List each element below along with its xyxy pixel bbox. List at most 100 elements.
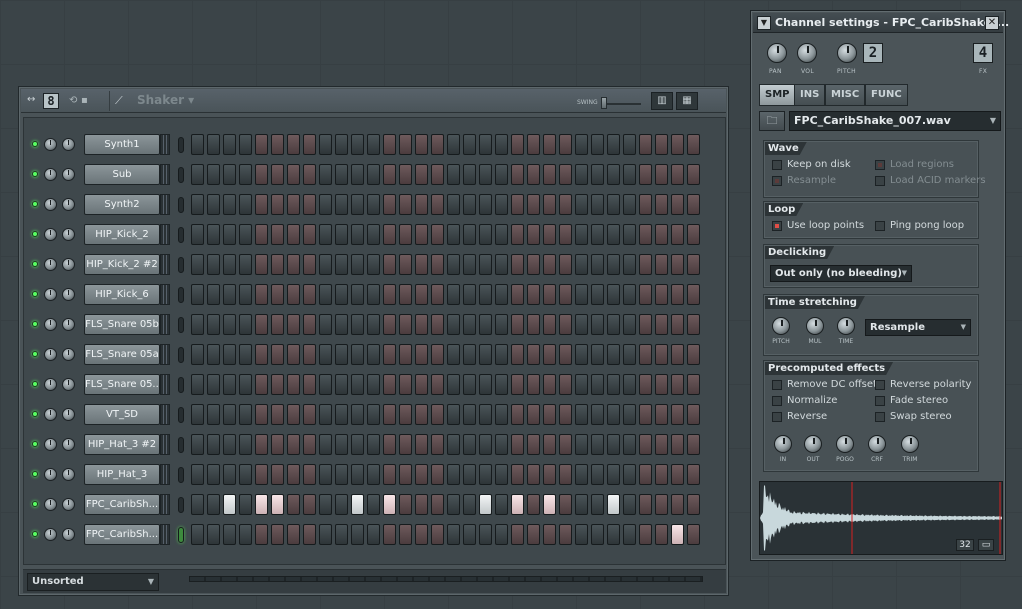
step-button[interactable] <box>335 254 348 275</box>
step-button[interactable] <box>687 434 700 455</box>
step-button[interactable] <box>415 224 428 245</box>
effect-knob[interactable] <box>868 435 886 453</box>
step-button[interactable] <box>383 404 396 425</box>
step-button[interactable] <box>575 344 588 365</box>
step-button[interactable] <box>431 194 444 215</box>
step-button[interactable] <box>575 524 588 545</box>
effect-knob[interactable] <box>901 435 919 453</box>
step-button[interactable] <box>271 134 284 155</box>
pan-knob[interactable] <box>767 43 787 63</box>
step-button[interactable] <box>255 434 268 455</box>
step-button[interactable] <box>575 284 588 305</box>
channel-name-button[interactable]: FPC_CaribSh... <box>84 494 160 515</box>
step-button[interactable] <box>687 404 700 425</box>
step-button[interactable] <box>335 164 348 185</box>
step-button[interactable] <box>591 164 604 185</box>
step-button[interactable] <box>415 344 428 365</box>
waveform-display[interactable]: 32 ▭ <box>759 481 1003 555</box>
step-button[interactable] <box>303 464 316 485</box>
step-button[interactable] <box>303 164 316 185</box>
step-button[interactable] <box>575 374 588 395</box>
play-arrow-icon[interactable]: ⟋ <box>115 94 123 108</box>
step-button[interactable] <box>303 434 316 455</box>
channel-settings-titlebar[interactable]: ▼ Channel settings - FPC_CaribShake_... … <box>753 13 1009 33</box>
step-button[interactable] <box>623 194 636 215</box>
step-button[interactable] <box>239 194 252 215</box>
channel-select-indicator[interactable] <box>178 527 184 543</box>
step-button[interactable] <box>367 284 380 305</box>
step-button[interactable] <box>335 224 348 245</box>
step-button[interactable] <box>431 464 444 485</box>
step-button[interactable] <box>431 254 444 275</box>
step-button[interactable] <box>399 224 412 245</box>
step-button[interactable] <box>303 224 316 245</box>
checkbox[interactable] <box>875 160 885 170</box>
step-button[interactable] <box>639 374 652 395</box>
effect-knob[interactable] <box>806 317 824 335</box>
step-button[interactable] <box>399 404 412 425</box>
step-button[interactable] <box>191 314 204 335</box>
step-button[interactable] <box>623 494 636 515</box>
pattern-number-display[interactable]: 8 <box>43 93 59 109</box>
step-button[interactable] <box>223 134 236 155</box>
step-button[interactable] <box>543 404 556 425</box>
step-button[interactable] <box>415 164 428 185</box>
step-button[interactable] <box>303 134 316 155</box>
channel-mute-led[interactable] <box>32 411 38 417</box>
step-button[interactable] <box>591 434 604 455</box>
step-button[interactable] <box>655 434 668 455</box>
step-button[interactable] <box>687 374 700 395</box>
step-button[interactable] <box>191 224 204 245</box>
step-button[interactable] <box>399 194 412 215</box>
step-button[interactable] <box>319 434 332 455</box>
step-button[interactable] <box>575 404 588 425</box>
step-button[interactable] <box>527 524 540 545</box>
step-button[interactable] <box>191 344 204 365</box>
step-button[interactable] <box>639 164 652 185</box>
fx-channel-display[interactable]: 4 <box>973 43 993 63</box>
channel-select-indicator[interactable] <box>178 167 184 183</box>
step-button[interactable] <box>223 224 236 245</box>
channel-select-indicator[interactable] <box>178 407 184 423</box>
step-button[interactable] <box>639 404 652 425</box>
channel-volume-knob[interactable] <box>62 528 75 541</box>
step-button[interactable] <box>511 434 524 455</box>
step-button[interactable] <box>655 494 668 515</box>
step-button[interactable] <box>303 524 316 545</box>
checkbox[interactable] <box>772 396 782 406</box>
step-button[interactable] <box>655 404 668 425</box>
step-button[interactable] <box>431 164 444 185</box>
step-button[interactable] <box>335 344 348 365</box>
step-button[interactable] <box>223 404 236 425</box>
effect-knob[interactable] <box>804 435 822 453</box>
step-button[interactable] <box>495 164 508 185</box>
channel-select-indicator[interactable] <box>178 257 184 273</box>
step-button[interactable] <box>239 224 252 245</box>
step-button[interactable] <box>463 344 476 365</box>
step-button[interactable] <box>303 314 316 335</box>
step-button[interactable] <box>543 224 556 245</box>
step-button[interactable] <box>543 494 556 515</box>
step-button[interactable] <box>639 344 652 365</box>
step-button[interactable] <box>559 374 572 395</box>
step-button[interactable] <box>255 194 268 215</box>
step-button[interactable] <box>495 134 508 155</box>
step-button[interactable] <box>463 494 476 515</box>
step-button[interactable] <box>559 224 572 245</box>
step-button[interactable] <box>447 164 460 185</box>
channel-select-indicator[interactable] <box>178 437 184 453</box>
step-button[interactable] <box>223 524 236 545</box>
step-button[interactable] <box>671 494 684 515</box>
step-button[interactable] <box>255 224 268 245</box>
step-button[interactable] <box>335 134 348 155</box>
step-button[interactable] <box>655 314 668 335</box>
step-button[interactable] <box>495 224 508 245</box>
step-button[interactable] <box>639 524 652 545</box>
step-button[interactable] <box>479 374 492 395</box>
step-button[interactable] <box>559 134 572 155</box>
step-button[interactable] <box>223 284 236 305</box>
step-button[interactable] <box>271 374 284 395</box>
step-button[interactable] <box>479 134 492 155</box>
step-button[interactable] <box>287 284 300 305</box>
step-button[interactable] <box>527 254 540 275</box>
